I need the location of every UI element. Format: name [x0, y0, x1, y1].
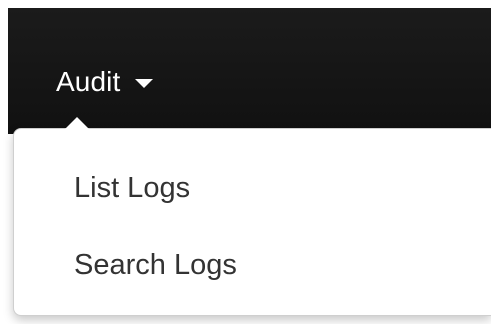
menu-item-search-logs[interactable]: Search Logs: [74, 251, 237, 280]
dropdown-pointer: [65, 117, 89, 129]
navbar: Audit: [8, 8, 491, 134]
page: Audit List Logs Search Logs: [0, 0, 491, 324]
audit-dropdown-label: Audit: [56, 66, 121, 97]
menu-item-list-logs[interactable]: List Logs: [74, 174, 190, 203]
audit-dropdown-toggle[interactable]: Audit: [56, 60, 154, 104]
audit-dropdown-menu: List Logs Search Logs: [13, 117, 491, 316]
caret-down-icon: [135, 78, 154, 88]
